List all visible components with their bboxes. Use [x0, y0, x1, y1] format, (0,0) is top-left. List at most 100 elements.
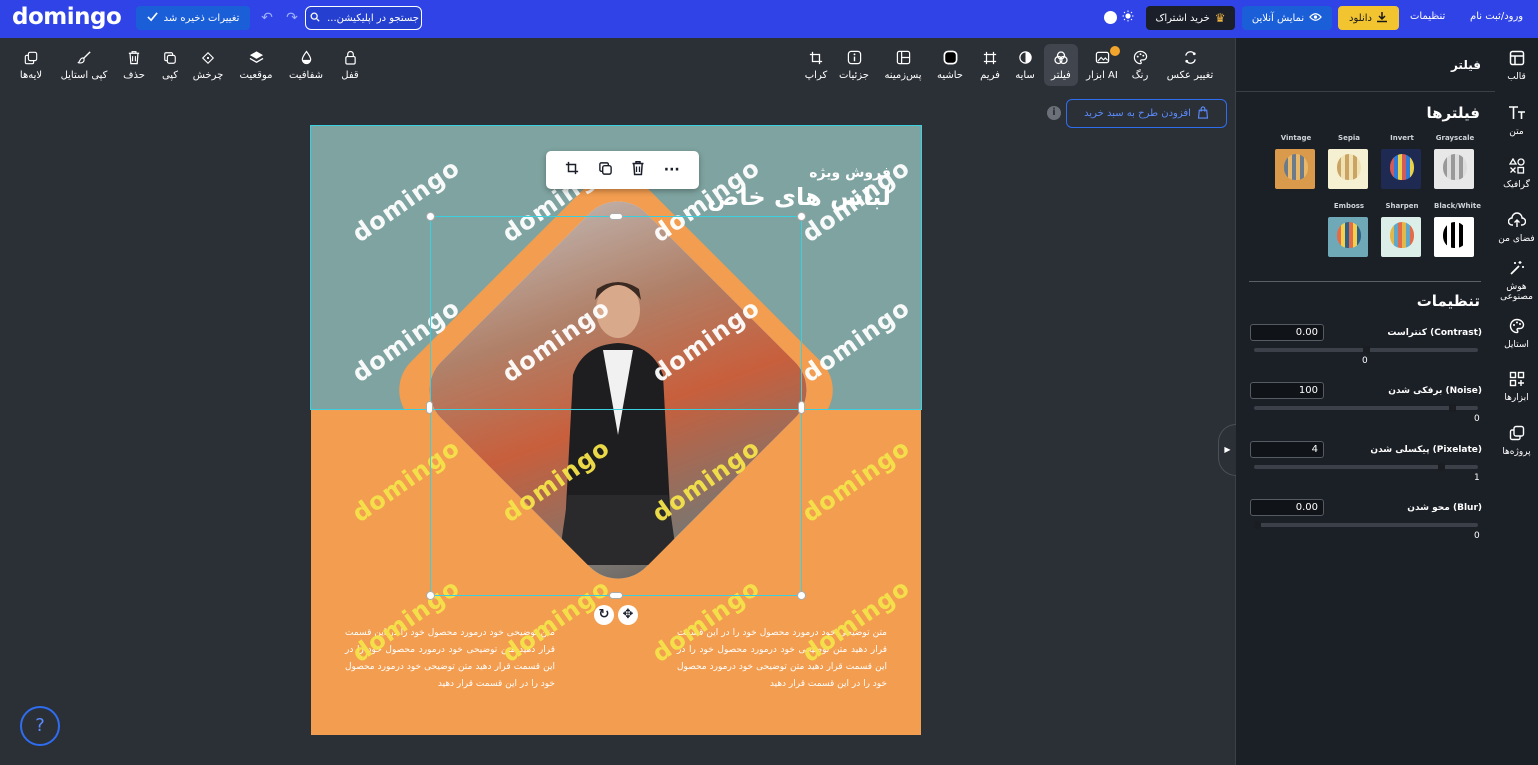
- collapse-panel-icon[interactable]: ▶: [1218, 424, 1236, 476]
- tool-rotate[interactable]: چرخش: [193, 44, 223, 86]
- filter-label: Sepia: [1338, 134, 1360, 142]
- tool-label: شفافیت: [288, 69, 324, 81]
- add-to-cart-button[interactable]: افزودن طرح به سبد خرید: [1066, 99, 1227, 128]
- online-preview-button[interactable]: نمایش آنلاین: [1242, 6, 1332, 30]
- copy-icon[interactable]: [598, 161, 613, 180]
- tool-layers[interactable]: لایه‌ها: [16, 44, 46, 86]
- nav-tools[interactable]: ابزارها: [1495, 371, 1538, 403]
- slider-min-label: 0: [1474, 414, 1480, 424]
- panel-title: فیلتر: [1236, 38, 1495, 92]
- noise-value-input[interactable]: 100: [1250, 382, 1324, 399]
- tool-copy-style[interactable]: کپی استایل: [58, 44, 110, 86]
- help-icon[interactable]: ?: [20, 706, 60, 746]
- filter-thumbnail[interactable]: [1381, 217, 1421, 257]
- settings-link[interactable]: تنظیمات: [1410, 11, 1445, 22]
- tool-change-photo[interactable]: تغییر عکس: [1162, 44, 1218, 86]
- rotate-handle-icon[interactable]: ↻: [594, 605, 614, 625]
- resize-handle[interactable]: [609, 592, 623, 599]
- watermark: domingo: [797, 433, 916, 528]
- slider-thumb[interactable]: [1438, 463, 1446, 471]
- search-box[interactable]: [305, 6, 422, 30]
- more-icon[interactable]: ···: [664, 162, 680, 178]
- noise-slider[interactable]: 100 برفکی شدن (Noise) 0: [1250, 382, 1482, 424]
- filter-invert[interactable]: Invert: [1381, 134, 1423, 189]
- slider-thumb[interactable]: [1449, 404, 1457, 412]
- resize-handle[interactable]: [426, 591, 435, 600]
- tool-filter[interactable]: فیلتر: [1044, 44, 1078, 86]
- tool-background[interactable]: پس‌زمینه: [880, 44, 926, 86]
- right-nav: قالب متن گرافیک فضای من هوش مصنوعی استای…: [1495, 38, 1538, 765]
- tool-frame[interactable]: فریم: [976, 44, 1004, 86]
- slider-track[interactable]: [1254, 346, 1478, 354]
- shopping-bag-icon: [1197, 105, 1209, 122]
- undo-icon[interactable]: ↶: [258, 9, 276, 27]
- download-button[interactable]: دانلود: [1338, 6, 1399, 30]
- theme-toggle[interactable]: [1104, 10, 1134, 25]
- filter-vintage[interactable]: Vintage: [1275, 134, 1317, 189]
- nav-style[interactable]: استایل: [1495, 318, 1538, 350]
- subscribe-label: خرید اشتراک: [1155, 12, 1210, 24]
- resize-handle[interactable]: [797, 212, 806, 221]
- tool-color[interactable]: رنگ: [1126, 44, 1154, 86]
- trash-icon[interactable]: [631, 160, 645, 180]
- selection-box[interactable]: [430, 216, 802, 596]
- filter-thumbnail[interactable]: [1434, 149, 1474, 189]
- nav-ai[interactable]: هوش مصنوعی: [1495, 260, 1538, 302]
- projects-icon: [1495, 425, 1538, 447]
- search-input[interactable]: [323, 12, 419, 24]
- slider-label: پیکسلی شدن (Pixelate): [1370, 444, 1482, 455]
- tool-position[interactable]: موقعیت: [236, 44, 276, 86]
- tool-shadow[interactable]: سایه: [1012, 44, 1038, 86]
- tool-copy[interactable]: کپی: [158, 44, 182, 86]
- check-icon: [146, 11, 158, 25]
- resize-handle[interactable]: [797, 591, 806, 600]
- nav-templates[interactable]: قالب: [1495, 50, 1538, 82]
- frame-icon: [982, 50, 998, 66]
- blur-slider[interactable]: 0.00 محو شدن (Blur) 0: [1250, 499, 1482, 541]
- logo[interactable]: domingo: [12, 4, 122, 30]
- save-status-button[interactable]: تغییرات ذخیره شد: [136, 6, 250, 30]
- subscribe-button[interactable]: خرید اشتراک ♛: [1146, 6, 1235, 30]
- tool-details[interactable]: جزئیات: [834, 44, 874, 86]
- login-link[interactable]: ورود/ثبت نام: [1470, 11, 1523, 22]
- nav-graphics[interactable]: گرافیک: [1495, 157, 1538, 190]
- filter-black-white[interactable]: Black/White: [1434, 202, 1481, 257]
- nav-text[interactable]: متن: [1495, 105, 1538, 137]
- nav-my-space[interactable]: فضای من: [1495, 212, 1538, 244]
- redo-icon[interactable]: ↷: [283, 9, 301, 27]
- slider-track[interactable]: [1254, 463, 1478, 471]
- filter-thumbnail[interactable]: [1381, 149, 1421, 189]
- tool-border[interactable]: حاشیه: [934, 44, 966, 86]
- nav-label: متن: [1509, 127, 1524, 137]
- info-icon[interactable]: i: [1047, 106, 1061, 120]
- slider-thumb[interactable]: [1254, 521, 1261, 529]
- pixelate-value-input[interactable]: 4: [1250, 441, 1324, 458]
- resize-handle[interactable]: [609, 213, 623, 220]
- filter-sepia[interactable]: Sepia: [1328, 134, 1370, 189]
- filter-grayscale[interactable]: Grayscale: [1434, 134, 1476, 189]
- slider-track[interactable]: [1254, 404, 1478, 412]
- filter-sharpen[interactable]: Sharpen: [1381, 202, 1423, 257]
- crop-icon[interactable]: [565, 161, 579, 179]
- nav-projects[interactable]: پروژه‌ها: [1495, 425, 1538, 457]
- contrast-value-input[interactable]: 0.00: [1250, 324, 1324, 341]
- tool-lock[interactable]: قفل: [338, 44, 362, 86]
- filter-thumbnail[interactable]: [1328, 149, 1368, 189]
- pixelate-slider[interactable]: 4 پیکسلی شدن (Pixelate) 1: [1250, 441, 1482, 483]
- resize-handle[interactable]: [798, 401, 805, 414]
- tool-crop[interactable]: کراپ: [802, 44, 830, 86]
- resize-handle[interactable]: [426, 212, 435, 221]
- slider-track[interactable]: [1254, 521, 1478, 529]
- move-handle-icon[interactable]: ✥: [618, 605, 638, 625]
- filter-thumbnail[interactable]: [1434, 217, 1474, 257]
- filter-thumbnail[interactable]: [1328, 217, 1368, 257]
- tool-ai[interactable]: ابزار AI: [1084, 44, 1120, 86]
- slider-thumb[interactable]: [1362, 346, 1370, 354]
- filter-thumbnail[interactable]: [1275, 149, 1315, 189]
- tool-delete[interactable]: حذف: [121, 44, 147, 86]
- blur-value-input[interactable]: 0.00: [1250, 499, 1324, 516]
- resize-handle[interactable]: [426, 401, 433, 414]
- tool-opacity[interactable]: شفافیت: [287, 44, 325, 86]
- filter-emboss[interactable]: Emboss: [1328, 202, 1370, 257]
- contrast-slider[interactable]: 0.00 کنتراست (Contrast) 0: [1250, 324, 1482, 366]
